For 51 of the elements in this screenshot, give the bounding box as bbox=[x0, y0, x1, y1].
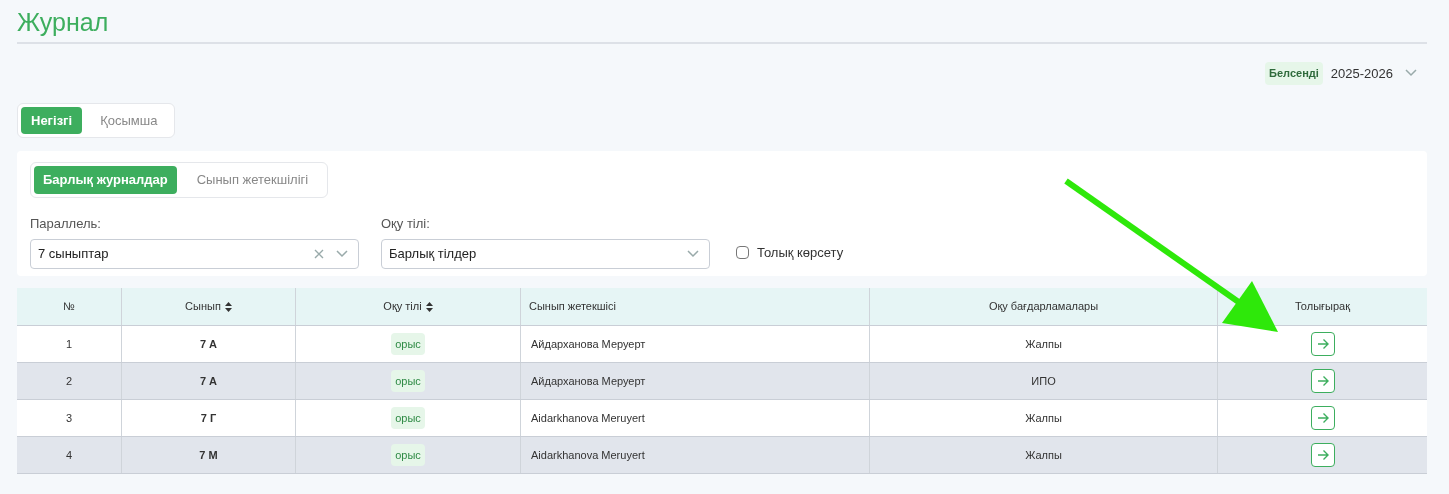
open-button[interactable] bbox=[1310, 332, 1335, 356]
arrow-right-icon bbox=[1316, 412, 1329, 424]
table-cell-text: 7 М bbox=[199, 447, 218, 463]
column-header[interactable]: Сынып bbox=[122, 288, 296, 325]
arrow-right-icon bbox=[1316, 449, 1329, 461]
table-cell-text: 1 bbox=[65, 336, 73, 352]
table-cell-text: Айдарханова Меруерт bbox=[531, 373, 646, 389]
table-cell-text: 7 Г bbox=[200, 410, 217, 426]
chevron-down-icon bbox=[687, 250, 699, 258]
language-tag: орыс bbox=[391, 369, 425, 393]
table-cell-text: 2 bbox=[65, 373, 73, 389]
checkbox-label: Толық көрсету bbox=[757, 243, 844, 262]
language-tag: орыс bbox=[391, 406, 425, 430]
sort-icon[interactable] bbox=[224, 301, 232, 312]
column-header[interactable]: Оқу тілі bbox=[296, 288, 521, 325]
status-badge: Белсенді bbox=[1265, 62, 1323, 85]
column-header: Толығырақ bbox=[1294, 299, 1351, 315]
table-cell-text: 4 bbox=[65, 447, 73, 463]
sort-icon[interactable] bbox=[425, 301, 433, 312]
select-field[interactable]: Барлық тілдер bbox=[381, 239, 710, 269]
clear-icon[interactable] bbox=[314, 249, 324, 259]
chevron-down-icon bbox=[1405, 69, 1417, 78]
table-cell-text: 7 А bbox=[199, 336, 218, 352]
select-field[interactable]: 7 сыныптар bbox=[30, 239, 359, 269]
table-cell-text: ИПО bbox=[1031, 373, 1056, 389]
page-title: Журнал bbox=[17, 7, 110, 38]
table-cell-text: 3 bbox=[65, 410, 73, 426]
filter-label: Оқу тілі: bbox=[381, 214, 431, 233]
arrow-right-icon bbox=[1316, 338, 1329, 350]
table-cell-text: Айдарханова Меруерт bbox=[531, 336, 646, 352]
arrow-right-icon bbox=[1316, 375, 1329, 387]
table-cell-text: Жалпы bbox=[1025, 447, 1062, 463]
checkbox[interactable] bbox=[736, 245, 749, 259]
column-header: Сынып жетекшісі bbox=[521, 288, 870, 325]
column-header: Оқу бағдарламалары bbox=[870, 288, 1218, 325]
subtab[interactable]: Сынып жетекшілігі bbox=[180, 166, 325, 194]
language-tag: орыс bbox=[391, 443, 425, 467]
table-cell-text: Aidarkhanova Meruyert bbox=[531, 410, 645, 426]
year-selector[interactable]: 2025-2026 bbox=[1330, 63, 1417, 83]
chevron-down-icon bbox=[336, 250, 348, 258]
column-header: № bbox=[17, 288, 122, 325]
language-tag: орыс bbox=[391, 332, 425, 356]
table-cell-text: Жалпы bbox=[1025, 336, 1062, 352]
open-button[interactable] bbox=[1310, 443, 1335, 467]
open-button[interactable] bbox=[1310, 406, 1335, 430]
open-button[interactable] bbox=[1310, 369, 1335, 393]
table-cell-text: Жалпы bbox=[1025, 410, 1062, 426]
tab[interactable]: Қосымша bbox=[86, 106, 172, 134]
table-cell-text: 7 А bbox=[199, 373, 218, 389]
filter-label: Параллель: bbox=[30, 214, 102, 233]
table-cell-text: Aidarkhanova Meruyert bbox=[531, 447, 645, 463]
